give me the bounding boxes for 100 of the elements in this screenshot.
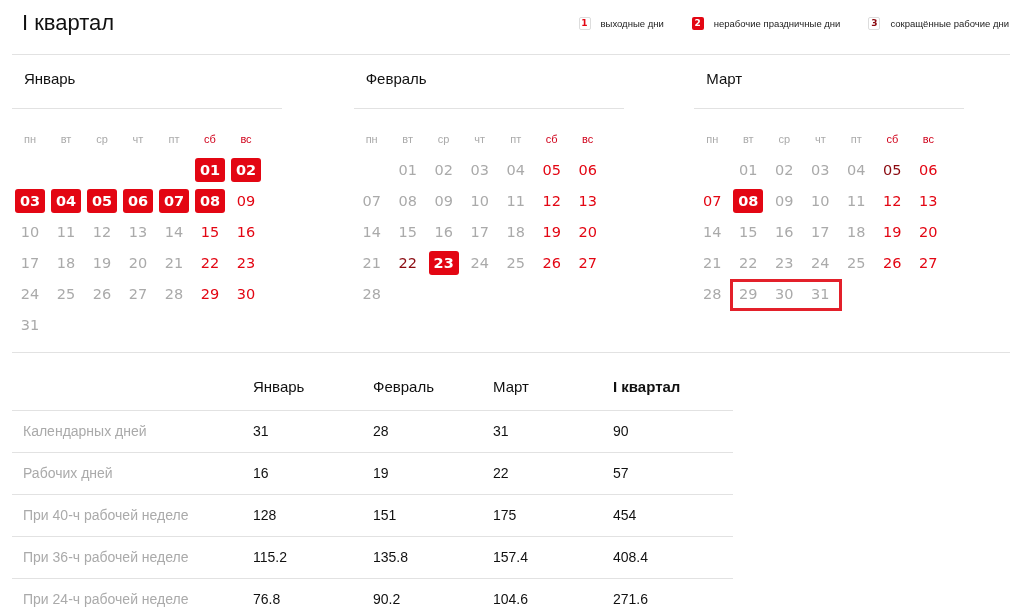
calendar-day[interactable]: 15 [195,219,225,244]
calendar-day[interactable]: 06 [123,188,153,213]
calendar-day[interactable]: 04 [51,188,81,213]
calendar-day[interactable]: 16 [231,219,261,244]
calendar-day[interactable]: 14 [356,219,387,244]
calendar-day[interactable]: 12 [87,219,117,244]
calendar-day[interactable]: 07 [356,188,387,213]
calendar-day[interactable]: 17 [805,219,836,244]
calendar-day[interactable]: 25 [51,281,81,306]
calendar-day[interactable]: 05 [877,157,908,182]
calendar-day[interactable]: 19 [536,219,567,244]
calendar-day[interactable]: 13 [572,188,603,213]
calendar-day[interactable]: 19 [877,219,908,244]
calendar-day[interactable]: 29 [195,281,225,306]
calendar-day[interactable]: 03 [805,157,836,182]
calendar-day[interactable]: 24 [464,250,495,275]
weekday-label: вт [59,132,73,145]
weekday-label: пт [849,132,863,145]
calendar-day[interactable]: 31 [15,312,45,337]
calendar-day[interactable]: 15 [392,219,423,244]
calendar-day[interactable]: 18 [500,219,531,244]
calendar-day[interactable]: 13 [123,219,153,244]
calendar-day[interactable]: 30 [231,281,261,306]
calendar-day[interactable]: 26 [536,250,567,275]
calendar-day[interactable]: 21 [159,250,189,275]
calendar-day[interactable]: 12 [877,188,908,213]
calendar-day[interactable]: 12 [536,188,567,213]
calendar-day[interactable]: 02 [231,157,261,182]
table-cell: 408.4 [613,549,649,565]
calendar-day[interactable]: 18 [841,219,872,244]
calendar-day[interactable]: 23 [769,250,800,275]
calendar-day[interactable]: 04 [841,157,872,182]
calendar-day[interactable]: 16 [769,219,800,244]
weekday-label: вс [581,132,595,145]
calendar-day[interactable]: 27 [123,281,153,306]
calendar-day[interactable]: 27 [913,250,944,275]
calendar-day[interactable]: 22 [733,250,764,275]
calendar-day[interactable]: 25 [841,250,872,275]
calendar-day[interactable]: 28 [159,281,189,306]
calendar-day[interactable]: 16 [428,219,459,244]
calendar-day[interactable]: 03 [464,157,495,182]
calendar-day[interactable]: 30 [769,281,800,306]
calendar-day[interactable]: 02 [769,157,800,182]
calendar-day[interactable]: 01 [392,157,423,182]
legend-marker: 2 [691,16,704,30]
calendar-day[interactable]: 14 [697,219,728,244]
calendar-day[interactable]: 09 [231,188,261,213]
calendar-day[interactable]: 26 [87,281,117,306]
calendar-day[interactable]: 17 [464,219,495,244]
calendar-day[interactable]: 10 [464,188,495,213]
calendar-day[interactable]: 18 [51,250,81,275]
calendar-day[interactable]: 04 [500,157,531,182]
calendar-day[interactable]: 11 [841,188,872,213]
table-cell: 22 [493,465,509,481]
calendar-day[interactable]: 11 [500,188,531,213]
calendar-day[interactable]: 29 [733,281,764,306]
calendar-day[interactable]: 05 [536,157,567,182]
calendar-day[interactable]: 05 [87,188,117,213]
weekday-label: сб [203,132,217,145]
calendar-day[interactable]: 11 [51,219,81,244]
calendar-day[interactable]: 22 [195,250,225,275]
calendar-day[interactable]: 31 [805,281,836,306]
calendar-day[interactable]: 03 [15,188,45,213]
calendar-day[interactable]: 14 [159,219,189,244]
calendar-day[interactable]: 27 [572,250,603,275]
calendar-day[interactable]: 10 [15,219,45,244]
calendar-day[interactable]: 23 [231,250,261,275]
calendar-day[interactable]: 28 [697,281,728,306]
calendar-day[interactable]: 24 [15,281,45,306]
calendar-day[interactable]: 24 [805,250,836,275]
calendar-day[interactable]: 20 [123,250,153,275]
calendar-day[interactable]: 07 [697,188,728,213]
calendar-day[interactable]: 13 [913,188,944,213]
calendar-day[interactable]: 15 [733,219,764,244]
calendar-day[interactable]: 01 [733,157,764,182]
row-label: При 24-ч рабочей неделе [23,591,189,607]
calendar-day[interactable]: 17 [15,250,45,275]
calendar-day[interactable]: 09 [428,188,459,213]
calendar-day[interactable]: 06 [913,157,944,182]
calendar-day[interactable]: 08 [195,188,225,213]
calendar-day[interactable]: 20 [913,219,944,244]
calendar-day[interactable]: 28 [356,281,387,306]
calendar-day[interactable]: 20 [572,219,603,244]
calendar-day[interactable]: 19 [87,250,117,275]
calendar-day[interactable]: 26 [877,250,908,275]
calendar-day[interactable]: 06 [572,157,603,182]
calendar-day[interactable]: 21 [356,250,387,275]
calendar-day[interactable]: 22 [392,250,423,275]
calendar-day[interactable]: 23 [428,250,459,275]
calendar-day[interactable]: 07 [159,188,189,213]
calendar-day[interactable]: 21 [697,250,728,275]
weekday-label: пт [509,132,523,145]
calendar-day[interactable]: 25 [500,250,531,275]
calendar-day[interactable]: 09 [769,188,800,213]
calendar-day[interactable]: 01 [195,157,225,182]
weekday-label: ср [777,132,792,145]
calendar-day[interactable]: 02 [428,157,459,182]
calendar-day[interactable]: 08 [733,188,764,213]
calendar-day[interactable]: 10 [805,188,836,213]
calendar-day[interactable]: 08 [392,188,423,213]
